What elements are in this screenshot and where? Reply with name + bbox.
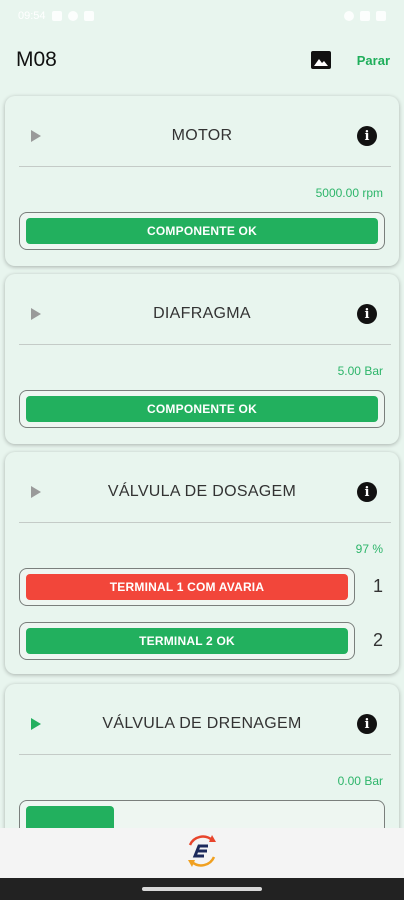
image-icon[interactable] — [309, 48, 333, 72]
terminal-2-box: TERMINAL 2 OK — [19, 622, 355, 660]
battery-icon — [376, 11, 386, 21]
status-left: 09:54 — [18, 10, 94, 22]
wifi-icon — [360, 11, 370, 21]
system-nav-bar — [0, 878, 404, 900]
card-header: DIAFRAGMA i — [5, 274, 399, 354]
status-badge — [26, 806, 114, 828]
info-icon[interactable]: i — [357, 304, 377, 324]
status-box: COMPONENTE OK — [19, 390, 385, 428]
card-header: VÁLVULA DE DRENAGEM i — [5, 684, 399, 764]
card-header: VÁLVULA DE DOSAGEM i — [5, 452, 399, 532]
terminal-1-box: TERMINAL 1 COM AVARIA — [19, 568, 355, 606]
status-badge: COMPONENTE OK — [26, 396, 378, 422]
divider — [19, 522, 391, 523]
reading-value: 5000.00 rpm — [315, 186, 383, 200]
component-card-valvula-drenagem: VÁLVULA DE DRENAGEM i 0.00 Bar — [5, 684, 399, 828]
status-bar: 09:54 — [0, 0, 404, 32]
info-icon[interactable]: i — [357, 714, 377, 734]
status-badge: TERMINAL 1 COM AVARIA — [26, 574, 348, 600]
status-box — [19, 800, 385, 828]
status-badge: COMPONENTE OK — [26, 218, 378, 244]
reading-value: 0.00 Bar — [337, 774, 383, 788]
home-handle[interactable] — [142, 887, 262, 891]
component-card-valvula-dosagem: VÁLVULA DE DOSAGEM i 97 % TERMINAL 1 COM… — [5, 452, 399, 674]
terminal-number: 2 — [372, 630, 383, 650]
play-icon[interactable] — [31, 718, 41, 730]
bottom-bar — [0, 828, 404, 878]
status-time: 09:54 — [18, 10, 46, 22]
stop-button[interactable]: Parar — [357, 53, 390, 68]
info-icon[interactable]: i — [357, 126, 377, 146]
sim-icon — [83, 11, 94, 21]
play-icon[interactable] — [31, 308, 41, 320]
page-title: M08 — [16, 48, 57, 71]
component-card-diafragma: DIAFRAGMA i 5.00 Bar COMPONENTE OK — [5, 274, 399, 444]
card-title: VÁLVULA DE DRENAGEM — [102, 715, 302, 732]
status-badge: TERMINAL 2 OK — [26, 628, 348, 654]
signal-icon — [344, 11, 354, 21]
reading-value: 97 % — [355, 542, 383, 556]
component-list[interactable]: MOTOR i 5000.00 rpm COMPONENTE OK DIAFRA… — [0, 88, 404, 828]
card-title: MOTOR — [171, 127, 233, 144]
app-bar: M08 Parar — [0, 32, 404, 88]
play-icon[interactable] — [31, 130, 41, 142]
card-title: DIAFRAGMA — [153, 305, 251, 322]
divider — [19, 754, 391, 755]
reading-value: 5.00 Bar — [337, 364, 383, 378]
settings-status-icon — [67, 11, 78, 21]
sync-logo-icon[interactable] — [182, 831, 222, 876]
card-title: VÁLVULA DE DOSAGEM — [107, 483, 297, 500]
terminal-number: 1 — [372, 576, 383, 596]
status-box: COMPONENTE OK — [19, 212, 385, 250]
divider — [19, 166, 391, 167]
component-card-motor: MOTOR i 5000.00 rpm COMPONENTE OK — [5, 96, 399, 266]
notification-icon — [51, 11, 62, 21]
info-icon[interactable]: i — [357, 482, 377, 502]
play-icon[interactable] — [31, 486, 41, 498]
card-header: MOTOR i — [5, 96, 399, 176]
divider — [19, 344, 391, 345]
status-right — [344, 11, 386, 21]
